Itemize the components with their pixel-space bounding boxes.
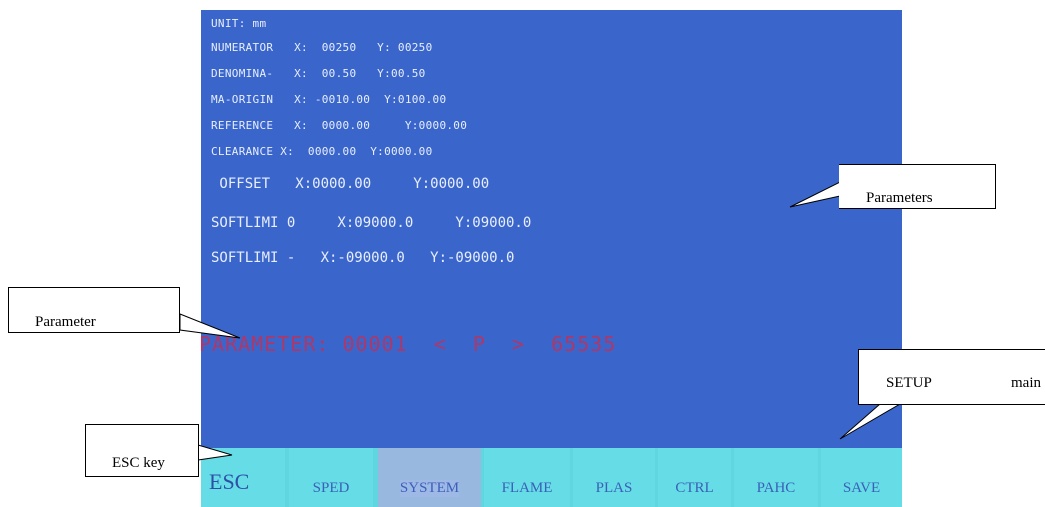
esc-key-callout-text: ESC key (112, 455, 165, 471)
parameter-callout-pointer (179, 313, 241, 339)
setup-callout-pointer (839, 403, 902, 440)
main-callout-text: main (1011, 375, 1041, 391)
parameter-callout-text: Parameter (35, 314, 96, 330)
parameters-callout-pointer (789, 181, 841, 208)
esc-key-callout: ESC key (85, 424, 199, 477)
parameter-callout: Parameter (8, 287, 180, 333)
setup-main-callout: SETUP main (858, 349, 1045, 405)
parameters-callout-text: Parameters (866, 190, 933, 206)
esc-callout-pointer (197, 444, 233, 461)
parameters-callout: Parameters (839, 164, 996, 209)
setup-callout-text: SETUP (886, 375, 932, 391)
